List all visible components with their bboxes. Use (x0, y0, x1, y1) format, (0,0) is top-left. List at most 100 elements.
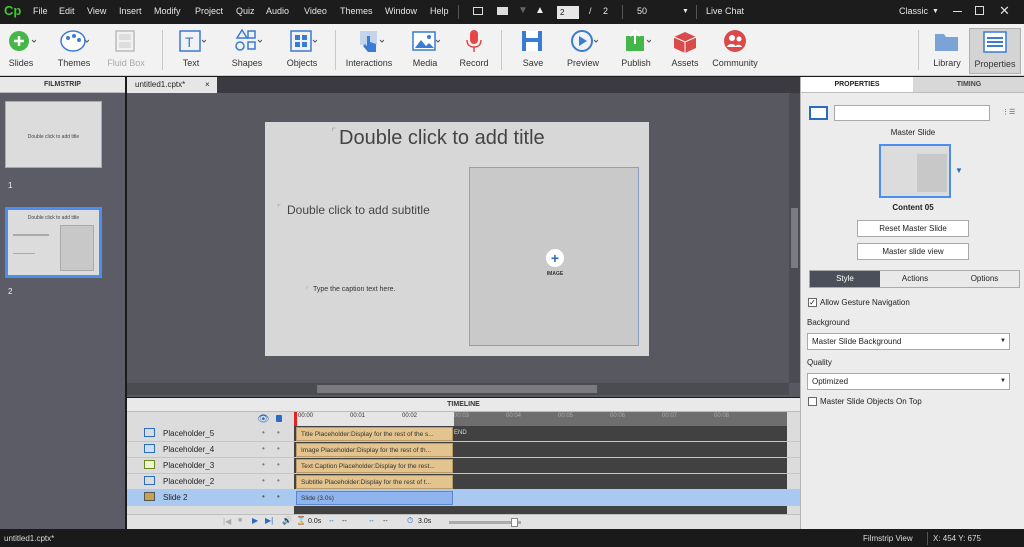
preview-button[interactable]: Preview (563, 28, 603, 68)
row-lock-dot[interactable]: • (277, 444, 280, 453)
timing-tab[interactable]: TIMING (913, 77, 1024, 93)
vertical-scrollbar[interactable] (789, 93, 800, 383)
master-dropdown-icon[interactable]: ▼ (955, 166, 963, 175)
library-button[interactable]: Library (928, 28, 966, 68)
save-button[interactable]: Save (516, 28, 550, 68)
playhead-marker[interactable] (294, 412, 297, 426)
menu-edit[interactable]: Edit (59, 6, 75, 16)
timeline-row[interactable]: Placeholder_3 • • Text Caption Placehold… (127, 458, 800, 474)
menu-project[interactable]: Project (195, 6, 223, 16)
timeline-ruler[interactable]: 00:00 00:01 00:02 00:03 00:04 00:05 00:0… (294, 412, 787, 426)
timeline-bar[interactable]: Title Placeholder:Display for the rest o… (296, 427, 453, 441)
row-visible-dot[interactable]: • (262, 428, 265, 437)
timeline-bar[interactable]: Image Placeholder:Display for the rest o… (296, 443, 453, 457)
fluid-box-button[interactable]: Fluid Box (106, 28, 146, 68)
menu-quiz[interactable]: Quiz (236, 6, 255, 16)
menu-themes[interactable]: Themes (340, 6, 373, 16)
timeline-bar[interactable]: Slide (3.0s) (296, 491, 453, 505)
style-tab[interactable]: Style (810, 271, 880, 287)
stop-icon[interactable]: ■ (238, 517, 242, 524)
workspace-dropdown-icon[interactable]: ▼ (932, 8, 939, 15)
text-button[interactable]: T Text (173, 28, 209, 68)
record-button[interactable]: Record (457, 28, 491, 68)
row-visible-dot[interactable]: • (262, 460, 265, 469)
master-on-top-checkbox[interactable] (808, 397, 817, 406)
close-icon[interactable]: ✕ (999, 3, 1010, 19)
workspace-selector[interactable]: Classic (899, 6, 928, 16)
background-select[interactable]: Master Slide Background ▼ (807, 333, 1010, 350)
row-lock-dot[interactable]: • (277, 492, 280, 501)
rewind-icon[interactable]: |◀ (223, 517, 231, 526)
row-lock-dot[interactable]: • (277, 428, 280, 437)
minimize-icon[interactable] (953, 11, 962, 12)
document-tab[interactable]: untitled1.cptx* × (127, 77, 217, 93)
caption-placeholder[interactable]: Type the caption text here. (313, 286, 396, 293)
quality-select[interactable]: Optimized ▼ (807, 373, 1010, 390)
community-button[interactable]: Community (711, 28, 759, 68)
trim-icon[interactable]: ↔ (368, 517, 375, 524)
audio-icon[interactable]: 🔊 (282, 516, 292, 525)
assets-button[interactable]: Assets (666, 28, 704, 68)
objects-button[interactable]: Objects (283, 28, 321, 68)
add-image-icon[interactable]: + (546, 249, 564, 267)
slide-canvas[interactable]: ⌜ Double click to add title ⌜ Double cli… (265, 122, 649, 356)
forward-icon[interactable]: ▶| (265, 516, 273, 525)
menu-modify[interactable]: Modify (154, 6, 181, 16)
allow-gesture-checkbox[interactable]: ✓ (808, 298, 817, 307)
shapes-button[interactable]: Shapes (228, 28, 266, 68)
subtitle-placeholder[interactable]: Double click to add subtitle (287, 203, 430, 217)
timeline-row[interactable]: Placeholder_5 • • Title Placeholder:Disp… (127, 426, 800, 442)
close-tab-icon[interactable]: × (205, 77, 210, 93)
zoom-dropdown-icon[interactable]: ▼ (682, 8, 689, 15)
slides-button[interactable]: Slides (4, 28, 38, 68)
actions-tab[interactable]: Actions (880, 271, 950, 287)
arrow-up-icon[interactable]: ▲ (535, 5, 545, 16)
timeline-bar[interactable]: Text Caption Placeholder:Display for the… (296, 459, 453, 473)
arrow-down-icon[interactable]: ▼ (518, 5, 528, 16)
media-button[interactable]: Media (404, 28, 446, 68)
interactions-button[interactable]: Interactions (344, 28, 394, 68)
zoom-value[interactable]: 50 (637, 6, 647, 16)
menu-window[interactable]: Window (385, 6, 417, 16)
master-slide-thumbnail[interactable] (879, 144, 951, 198)
image-placeholder[interactable]: + IMAGE (469, 167, 639, 346)
reset-master-slide-button[interactable]: Reset Master Slide (857, 220, 969, 237)
themes-button[interactable]: Themes (54, 28, 94, 68)
menu-audio[interactable]: Audio (266, 6, 289, 16)
mail-icon[interactable] (497, 7, 508, 15)
preview-screen-icon[interactable] (473, 7, 483, 15)
menu-view[interactable]: View (87, 6, 106, 16)
slide-thumbnail-2[interactable]: Double click to add title (5, 207, 102, 278)
row-visible-dot[interactable]: • (262, 444, 265, 453)
row-visible-dot[interactable]: • (262, 476, 265, 485)
publish-button[interactable]: Publish (616, 28, 656, 68)
play-timeline-icon[interactable]: ▶ (252, 516, 258, 525)
slide-name-input[interactable] (834, 105, 990, 121)
timeline-row-selected[interactable]: Slide 2 • • Slide (3.0s) (127, 490, 800, 506)
menu-file[interactable]: File (33, 6, 48, 16)
master-slide-view-button[interactable]: Master slide view (857, 243, 969, 260)
timeline-bar[interactable]: Subtitle Placeholder:Display for the res… (296, 475, 453, 489)
options-tab[interactable]: Options (950, 271, 1019, 287)
expand-icon[interactable]: ↔ (328, 517, 335, 524)
timeline-row[interactable]: Placeholder_4 • • Image Placeholder:Disp… (127, 442, 800, 458)
visibility-eye-icon[interactable]: 👁 (257, 414, 270, 425)
properties-tab[interactable]: PROPERTIES (801, 77, 913, 93)
lock-icon[interactable] (276, 415, 282, 422)
title-placeholder[interactable]: Double click to add title (339, 127, 545, 150)
row-lock-dot[interactable]: • (277, 460, 280, 469)
row-visible-dot[interactable]: • (262, 492, 265, 501)
slide-thumbnail-1[interactable]: Double click to add title (5, 101, 102, 168)
maximize-icon[interactable] (975, 6, 984, 15)
zoom-slider[interactable] (449, 518, 521, 527)
more-options-icon[interactable]: ⋮☰ (1002, 108, 1015, 116)
horizontal-scrollbar[interactable] (127, 383, 789, 395)
timeline-row[interactable]: Placeholder_2 • • Subtitle Placeholder:D… (127, 474, 800, 490)
properties-button[interactable]: Properties (969, 28, 1021, 74)
live-chat-link[interactable]: Live Chat (706, 6, 744, 16)
menu-video[interactable]: Video (304, 6, 327, 16)
row-lock-dot[interactable]: • (277, 476, 280, 485)
menu-insert[interactable]: Insert (119, 6, 142, 16)
menu-help[interactable]: Help (430, 6, 449, 16)
page-number-input[interactable]: 2 (557, 6, 579, 19)
